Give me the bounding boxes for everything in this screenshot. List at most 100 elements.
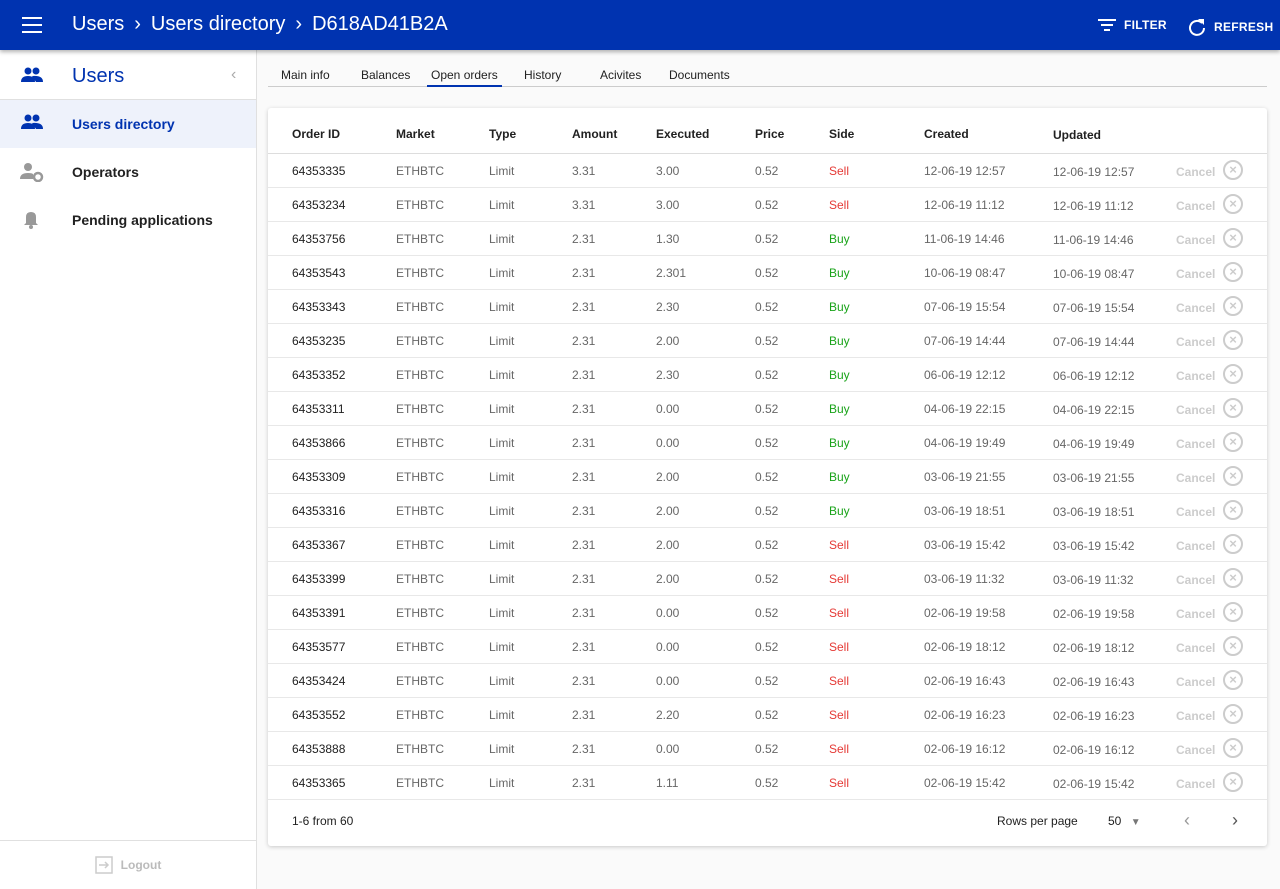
price-cell: 0.52 [755,742,779,756]
cancel-circle-icon[interactable]: × [1223,432,1243,452]
updated-cell: 07-06-19 14:44 [1053,335,1135,349]
cancel-circle-icon[interactable]: × [1223,738,1243,758]
cancel-button[interactable]: Cancel [1176,233,1215,247]
sidebar-item-users-directory[interactable]: Users directory [0,100,256,148]
sidebar-item-label: Pending applications [72,212,213,228]
cancel-button[interactable]: Cancel [1176,301,1215,315]
tab-open-orders[interactable]: Open orders [427,68,502,87]
tab-documents[interactable]: Documents [669,68,730,82]
cancel-button[interactable]: Cancel [1176,335,1215,349]
chevron-right-icon: › [134,13,141,35]
amount-cell: 2.31 [572,674,596,688]
table-row: 64353888 ETHBTC Limit 2.31 0.00 0.52 Sell 02-06… [268,732,1267,766]
column-header[interactable]: Side [829,127,854,141]
chevron-right-icon: › [295,13,303,35]
refresh-button[interactable]: REFRESH [1188,18,1273,36]
table-pagination: 1-6 from 60 Rows per page 50 ▼ ‹ › [268,800,1267,846]
table-row: 64353311 ETHBTC Limit 2.31 0.00 0.52 Buy 04-06-… [268,392,1267,426]
cancel-button[interactable]: Cancel [1176,573,1215,587]
column-header[interactable]: Type [489,127,516,141]
cancel-button[interactable]: Cancel [1176,709,1215,723]
sidebar-item-pending-applications[interactable]: Pending applications [0,196,256,244]
cancel-button[interactable]: Cancel [1176,165,1215,179]
cancel-button[interactable]: Cancel [1176,471,1215,485]
tab-balances[interactable]: Balances [361,68,410,82]
column-header[interactable]: Order ID [292,127,340,141]
orders-table-card: Order ID Market Type Amount Executed Price Sid… [268,108,1267,846]
breadcrumb: Users › Users directory › D618AD41B2A [72,13,448,36]
market-cell: ETHBTC [396,742,444,756]
logout-icon [94,856,113,874]
cancel-circle-icon[interactable]: × [1223,296,1243,316]
cancel-button[interactable]: Cancel [1176,743,1215,757]
sidebar: Users ‹ Users directory Operators Pendin… [0,50,257,889]
updated-cell: 11-06-19 14:46 [1053,233,1134,247]
updated-cell: 04-06-19 19:49 [1053,437,1135,451]
order-id-cell: 64353316 [292,504,346,518]
cancel-circle-icon[interactable]: × [1223,398,1243,418]
executed-cell: 1.11 [656,776,679,790]
next-page-button[interactable]: › [1232,810,1238,831]
cancel-button[interactable]: Cancel [1176,403,1215,417]
cancel-circle-icon[interactable]: × [1223,194,1243,214]
breadcrumb-users-directory[interactable]: Users directory [151,13,285,36]
cancel-button[interactable]: Cancel [1176,777,1215,791]
cancel-button[interactable]: Cancel [1176,539,1215,553]
column-header[interactable]: Created [924,127,969,141]
tab-acivites[interactable]: Acivites [600,68,641,82]
cancel-button[interactable]: Cancel [1176,199,1215,213]
breadcrumb-users[interactable]: Users [72,13,124,36]
side-cell: Buy [829,402,850,416]
column-header[interactable]: Market [396,127,435,141]
cancel-button[interactable]: Cancel [1176,369,1215,383]
cancel-button[interactable]: Cancel [1176,437,1215,451]
cancel-circle-icon[interactable]: × [1223,228,1243,248]
cancel-button[interactable]: Cancel [1176,267,1215,281]
cancel-circle-icon[interactable]: × [1223,160,1243,180]
cancel-circle-icon[interactable]: × [1223,534,1243,554]
menu-icon[interactable] [22,17,42,33]
column-header[interactable]: Executed [656,127,709,141]
filter-button[interactable]: FILTER [1098,18,1167,32]
cancel-circle-icon[interactable]: × [1223,364,1243,384]
order-id-cell: 64353335 [292,164,346,178]
column-header[interactable]: Updated [1053,128,1101,142]
executed-cell: 1.30 [656,232,680,246]
created-cell: 04-06-19 22:15 [924,402,1006,416]
created-cell: 02-06-19 18:12 [924,640,1006,654]
order-id-cell: 64353235 [292,334,346,348]
rows-per-page-select[interactable]: 50 ▼ [1108,814,1141,828]
updated-cell: 04-06-19 22:15 [1053,403,1135,417]
cancel-button[interactable]: Cancel [1176,607,1215,621]
column-header[interactable]: Amount [572,127,617,141]
executed-cell: 2.00 [656,572,680,586]
created-cell: 07-06-19 14:44 [924,334,1006,348]
amount-cell: 2.31 [572,742,596,756]
cancel-circle-icon[interactable]: × [1223,500,1243,520]
tab-history[interactable]: History [524,68,561,82]
price-cell: 0.52 [755,470,779,484]
sidebar-item-operators[interactable]: Operators [0,148,256,196]
cancel-circle-icon[interactable]: × [1223,330,1243,350]
amount-cell: 2.31 [572,538,596,552]
cancel-circle-icon[interactable]: × [1223,262,1243,282]
executed-cell: 0.00 [656,436,680,450]
cancel-circle-icon[interactable]: × [1223,704,1243,724]
collapse-sidebar-icon[interactable]: ‹ [231,66,236,84]
column-header[interactable]: Price [755,127,784,141]
cancel-circle-icon[interactable]: × [1223,602,1243,622]
price-cell: 0.52 [755,368,779,382]
cancel-circle-icon[interactable]: × [1223,636,1243,656]
logout-button[interactable]: Logout [0,840,256,889]
tab-main-info[interactable]: Main info [281,68,330,82]
cancel-button[interactable]: Cancel [1176,505,1215,519]
cancel-circle-icon[interactable]: × [1223,568,1243,588]
breadcrumb-user-id: D618AD41B2A [312,13,448,35]
cancel-circle-icon[interactable]: × [1223,466,1243,486]
previous-page-button[interactable]: ‹ [1184,810,1190,831]
cancel-button[interactable]: Cancel [1176,641,1215,655]
cancel-button[interactable]: Cancel [1176,675,1215,689]
cancel-circle-icon[interactable]: × [1223,670,1243,690]
order-id-cell: 64353391 [292,606,346,620]
cancel-circle-icon[interactable]: × [1223,772,1243,792]
